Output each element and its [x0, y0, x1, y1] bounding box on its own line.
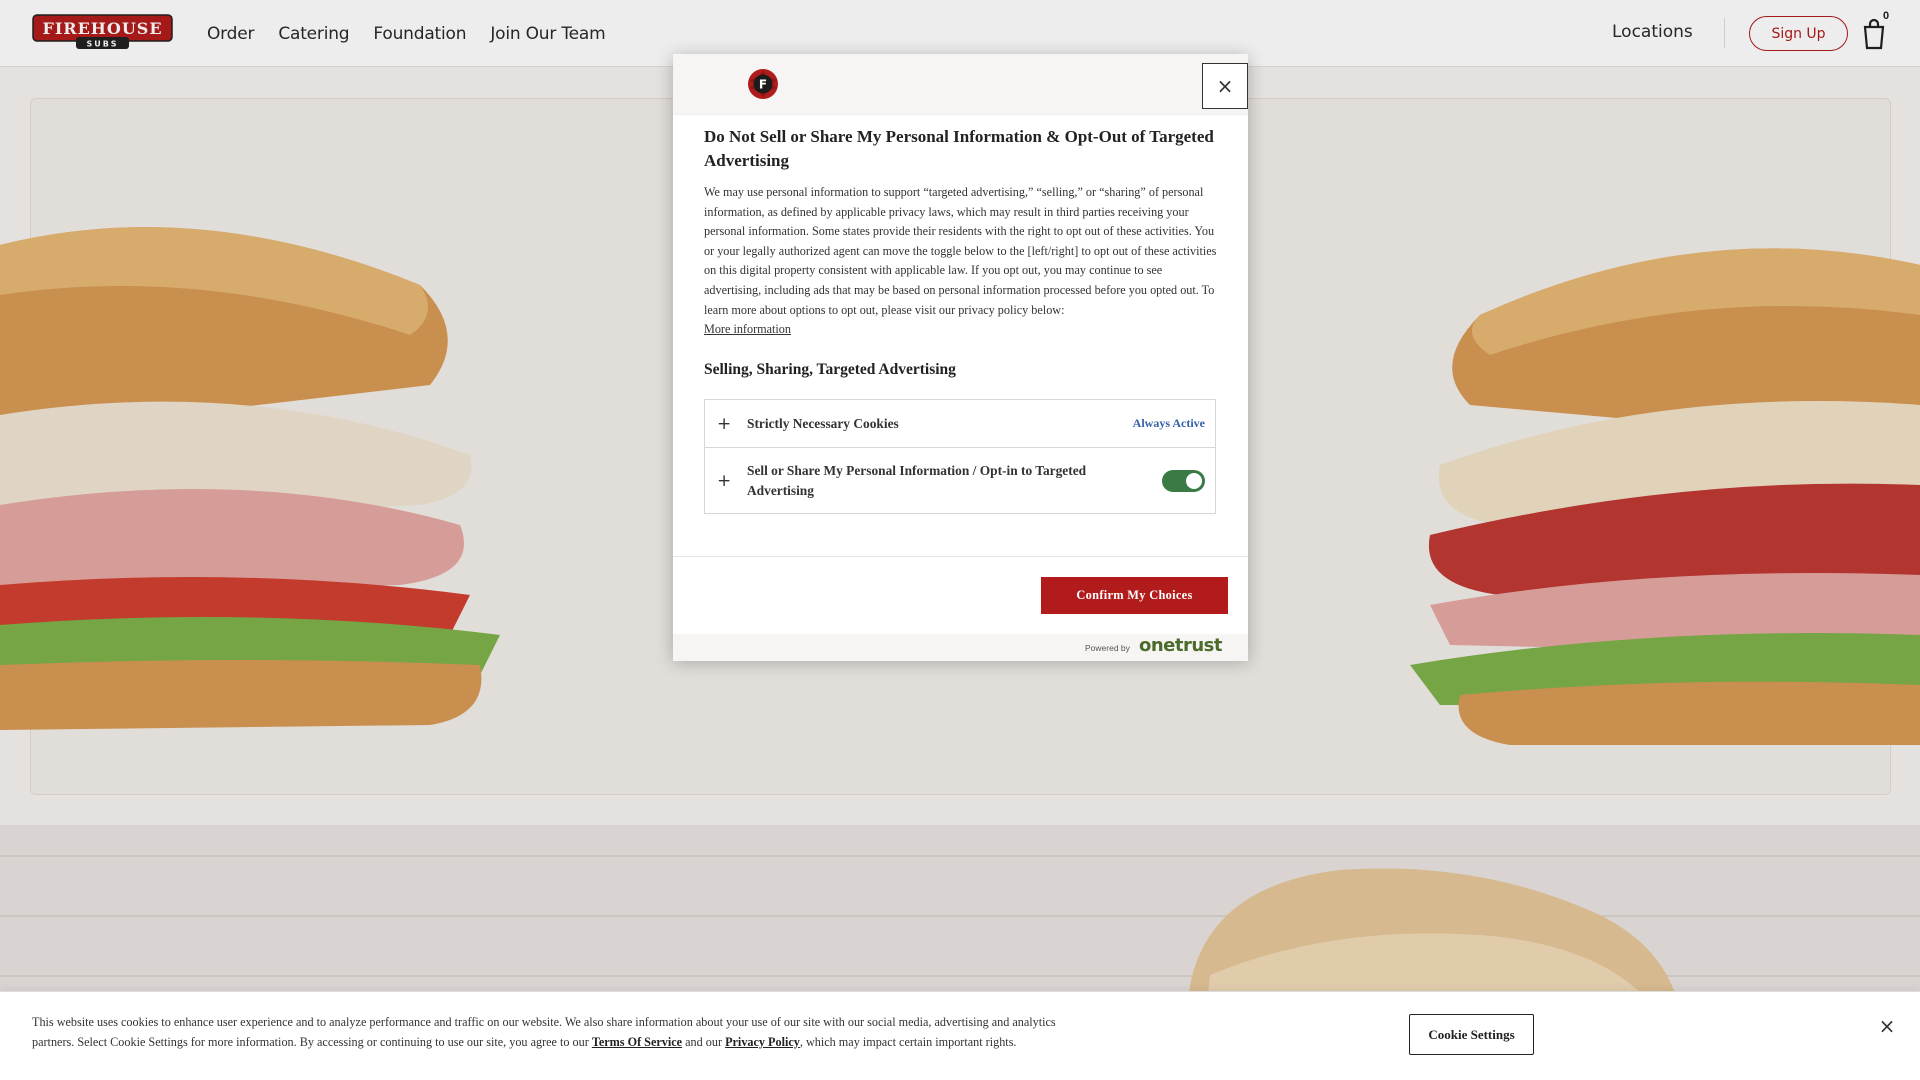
privacy-policy-link[interactable]: Privacy Policy [725, 1035, 800, 1049]
modal-description: We may use personal information to suppo… [704, 185, 1217, 317]
modal-body: Do Not Sell or Share My Personal Informa… [704, 115, 1219, 609]
accordion-label: Strictly Necessary Cookies [747, 415, 899, 431]
toggle-knob [1186, 472, 1202, 489]
accordion-row-strictly-necessary[interactable]: + Strictly Necessary Cookies Always Acti… [705, 400, 1215, 449]
confirm-my-choices-button[interactable]: Confirm My Choices [1041, 577, 1228, 614]
powered-by-text: Powered by [1085, 643, 1130, 653]
modal-footer: Confirm My Choices Powered by onetrust [673, 556, 1248, 661]
section-title: Selling, Sharing, Targeted Advertising [704, 361, 956, 379]
always-active-badge: Always Active [1132, 416, 1205, 431]
powered-by-bar: Powered by onetrust [673, 634, 1248, 661]
cookie-settings-button[interactable]: Cookie Settings [1409, 1014, 1534, 1055]
modal-header: F × [673, 54, 1248, 115]
modal-close-button[interactable]: × [1202, 63, 1248, 109]
targeted-advertising-toggle[interactable] [1162, 469, 1205, 492]
expand-plus-icon[interactable]: + [715, 471, 747, 491]
accordion-label: Sell or Share My Personal Information / … [747, 462, 1087, 498]
cookie-text-part: and our [682, 1034, 726, 1049]
cookie-text-part: , which may impact certain important rig… [799, 1034, 1017, 1049]
accordion-row-sell-share[interactable]: + Sell or Share My Personal Information … [705, 448, 1215, 513]
terms-of-service-link[interactable]: Terms Of Service [592, 1035, 682, 1049]
cookie-banner-close-icon[interactable]: × [1875, 1014, 1899, 1038]
cookie-banner: This website uses cookies to enhance use… [0, 991, 1920, 1080]
preference-accordion: + Strictly Necessary Cookies Always Acti… [704, 399, 1216, 515]
onetrust-logo[interactable]: onetrust [1139, 635, 1223, 656]
cookie-banner-text: This website uses cookies to enhance use… [32, 1013, 1062, 1052]
privacy-preference-modal: F × Do Not Sell or Share My Personal Inf… [673, 54, 1248, 661]
firehouse-badge-logo: F [748, 69, 778, 99]
svg-text:F: F [759, 78, 767, 92]
modal-title: Do Not Sell or Share My Personal Informa… [704, 127, 1214, 170]
expand-plus-icon[interactable]: + [715, 414, 747, 434]
more-information-link[interactable]: More information [704, 320, 791, 339]
